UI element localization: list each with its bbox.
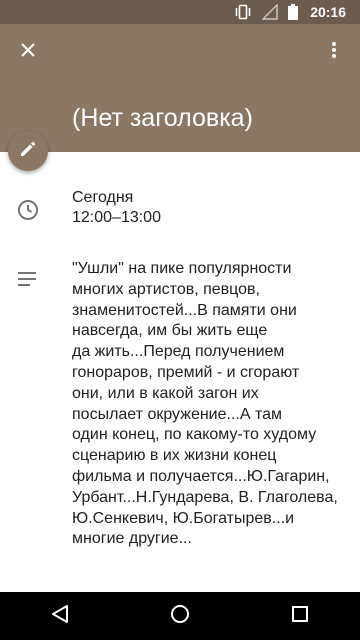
status-time: 20:16 <box>310 4 346 20</box>
description-line: Ю.Сенкевич, Ю.Богатырев...и <box>72 509 295 527</box>
description-line: знаменитостей...В памяти они <box>72 301 297 319</box>
description-line: фильма и получается...Ю.Гагарин, <box>72 467 330 485</box>
description-line: Урбант...Н.Гундарева, В. Глаголева, <box>72 488 338 506</box>
description-line: сценарию в их жизни конец <box>72 447 277 465</box>
recents-button[interactable] <box>276 592 324 640</box>
description-line: да жить...Перед получением <box>72 343 285 361</box>
edit-button[interactable] <box>8 131 48 171</box>
description-line: навсегда, им бы жить еще <box>72 322 268 340</box>
description-line: "Ушли" на пике популярности <box>72 260 292 277</box>
description-line: гонораров, премий - и сгорают <box>72 363 300 381</box>
back-icon <box>51 604 69 629</box>
recents-icon <box>291 605 309 628</box>
navigation-bar <box>0 592 360 640</box>
close-icon <box>20 42 36 63</box>
event-date: Сегодня <box>72 189 134 206</box>
event-datetime: Сегодня 12:00–13:00 <box>72 188 161 228</box>
event-time-range: 12:00–13:00 <box>72 209 161 226</box>
event-header: (Нет заголовка) <box>0 24 360 152</box>
vibrate-icon <box>234 4 252 20</box>
notes-icon <box>16 267 40 291</box>
back-button[interactable] <box>36 592 84 640</box>
more-options-button[interactable] <box>318 34 350 70</box>
clock-icon <box>16 198 40 222</box>
event-description: "Ушли" на пике популярности многих артис… <box>72 259 344 550</box>
description-line: они, или в какой загон их <box>72 384 259 402</box>
more-vert-icon <box>331 41 337 64</box>
event-title: (Нет заголовка) <box>72 104 253 132</box>
edit-pencil-icon <box>19 140 37 163</box>
home-button[interactable] <box>156 592 204 640</box>
status-bar: 20:16 <box>0 0 360 24</box>
description-line: посылает окружение...А там <box>72 405 283 423</box>
close-button[interactable] <box>10 34 46 70</box>
description-line: многих артистов, певцов, <box>72 280 260 298</box>
battery-icon <box>288 4 299 20</box>
description-line: один конец, по какому-то худому <box>72 426 317 444</box>
home-icon <box>170 604 190 629</box>
description-line: многие другие... <box>72 530 192 548</box>
signal-icon <box>262 4 278 20</box>
